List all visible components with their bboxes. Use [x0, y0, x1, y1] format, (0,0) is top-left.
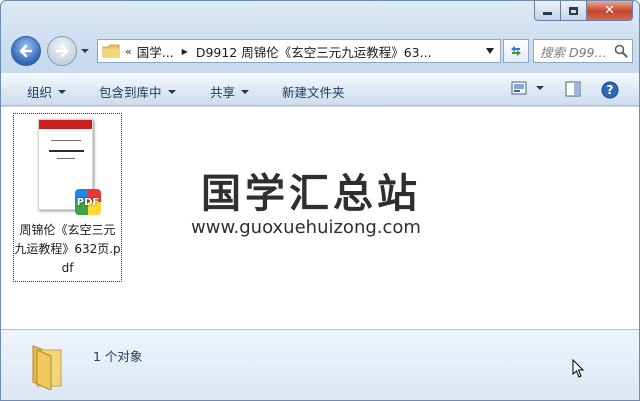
address-overflow[interactable]: «	[125, 45, 132, 58]
mouse-cursor-icon	[572, 359, 585, 378]
breadcrumb-parent[interactable]: 国学...	[137, 42, 174, 61]
pdf-icon: PDF	[75, 189, 101, 215]
help-icon: ?	[601, 81, 619, 99]
close-icon: ✕	[604, 3, 615, 18]
organize-menu[interactable]: 组织	[27, 82, 67, 101]
new-folder-button[interactable]: 新建文件夹	[282, 82, 345, 101]
help-button[interactable]: ?	[601, 81, 619, 99]
chevron-down-icon	[167, 89, 176, 94]
new-folder-label: 新建文件夹	[282, 85, 345, 100]
forward-arrow-icon	[55, 44, 69, 58]
chevron-down-icon	[241, 89, 250, 94]
forward-button[interactable]	[47, 36, 77, 66]
pdf-badge-label: PDF	[76, 196, 100, 208]
chevron-down-icon	[58, 89, 67, 94]
share-menu[interactable]: 共享	[210, 82, 250, 101]
view-options-icon	[511, 81, 527, 95]
preview-pane-button[interactable]	[565, 81, 581, 97]
folder-icon	[32, 345, 62, 390]
watermark-url: www.guoxuehuizong.com	[191, 217, 421, 238]
maximize-button[interactable]	[561, 1, 587, 21]
share-label: 共享	[210, 85, 236, 100]
address-bar[interactable]: « 国学... ▶ D9912 周锦伦《玄空三元九运教程》63...	[97, 39, 501, 63]
preview-pane-icon	[565, 81, 581, 97]
include-in-library-menu[interactable]: 包含到库中	[99, 82, 176, 101]
organize-label: 组织	[27, 85, 53, 100]
file-item[interactable]: PDF 周锦伦《玄空三元九运教程》632页.pdf	[13, 113, 122, 282]
watermark-title: 国学汇总站	[201, 171, 421, 217]
breadcrumb-separator-icon[interactable]: ▶	[182, 47, 188, 56]
include-in-library-label: 包含到库中	[99, 85, 162, 100]
navigation-bar: « 国学... ▶ D9912 周锦伦《玄空三元九运教程》63... 搜索 D9…	[9, 35, 633, 67]
view-options-button[interactable]	[511, 81, 545, 95]
search-input[interactable]: 搜索 D99...	[540, 42, 606, 61]
thumbnail-header	[39, 120, 92, 129]
maximize-icon	[569, 6, 578, 15]
close-button[interactable]: ✕	[587, 1, 633, 21]
file-list[interactable]: PDF 周锦伦《玄空三元九运教程》632页.pdf 国学汇总站 www.guox…	[1, 107, 639, 329]
refresh-button[interactable]	[503, 39, 529, 63]
back-button[interactable]	[11, 36, 41, 66]
thumbnail-line	[57, 158, 75, 159]
svg-text:?: ?	[607, 83, 614, 97]
thumbnail-line	[49, 150, 84, 152]
item-count: 1 个对象	[93, 349, 143, 364]
search-box[interactable]: 搜索 D99...	[533, 39, 633, 63]
recent-pages-dropdown[interactable]	[80, 46, 90, 56]
chevron-down-icon	[536, 86, 544, 90]
title-bar: ✕	[1, 1, 639, 31]
file-name[interactable]: 周锦伦《玄空三元九运教程》632页.pdf	[14, 221, 121, 278]
folder-icon	[102, 44, 120, 58]
thumbnail-line	[51, 140, 81, 141]
refresh-icon	[511, 46, 521, 56]
breadcrumb-current[interactable]: D9912 周锦伦《玄空三元九运教程》63...	[196, 42, 432, 61]
minimize-button[interactable]	[534, 1, 561, 21]
command-bar: 组织 包含到库中 共享 新建文件夹 ?	[1, 73, 639, 106]
address-dropdown-icon[interactable]	[486, 48, 494, 54]
minimize-icon	[543, 12, 552, 15]
explorer-window: ✕ « 国学... ▶ D9912 周锦伦《玄空三元九运教程》63... 搜索 …	[0, 0, 640, 401]
back-arrow-icon	[19, 44, 33, 58]
details-pane: 1 个对象	[1, 329, 639, 400]
search-icon[interactable]	[614, 44, 628, 58]
caption-buttons: ✕	[534, 1, 633, 21]
